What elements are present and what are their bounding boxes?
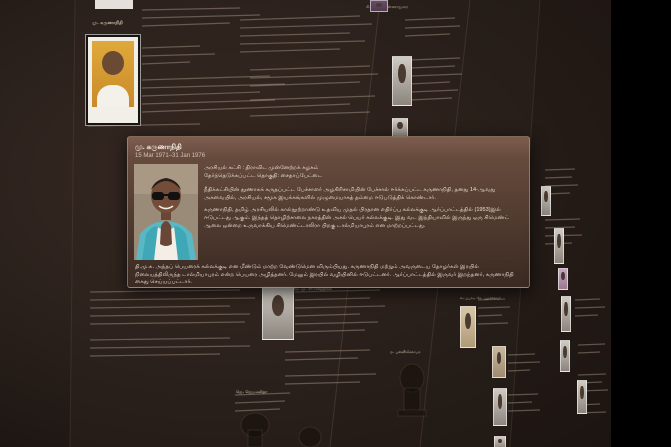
portrait-thumbnail[interactable]: [541, 186, 551, 216]
portrait-thumbnail[interactable]: [392, 118, 408, 138]
bio-paragraph-3: தி.மு.க. அந்தப் பெயரைக் கல்லக்குடி என மீ…: [135, 264, 514, 286]
portrait-thumbnail[interactable]: [494, 436, 506, 447]
meta-block: அரசியல் கட்சி : திராவிட முன்னேற்றக் கழகம…: [204, 165, 522, 180]
portrait-thumbnail[interactable]: [577, 380, 587, 414]
timeline-3d-view[interactable]: மு. கருணாநிதி சி. என். அண்ணாதுரை எம். ஜி…: [0, 0, 671, 447]
constituency-text: தேர்ந்தெடுக்கப்பட்ட தொகுதி: சைதாப்பேட்டை: [204, 172, 323, 179]
portrait-thumbnail[interactable]: [262, 286, 294, 340]
bg-heading-6: ஓ. பன்னீர்செல்வம்: [390, 350, 421, 354]
popup-body: அரசியல் கட்சி : திராவிட முன்னேற்றக் கழகம…: [204, 165, 522, 235]
bg-heading-4: ஜெ. ஜெயலலிதா: [236, 389, 268, 394]
portrait-thumbnail[interactable]: [460, 306, 476, 348]
portrait-thumbnail[interactable]: [493, 388, 507, 426]
portrait-thumbnail[interactable]: [554, 228, 564, 264]
bg-heading-1: மு. கருணாநிதி: [92, 21, 123, 26]
portrait-thumbnail[interactable]: [561, 296, 571, 332]
bio-paragraph-1: நீதிக்கட்சியின் தூணாகக் கருதப்பட்ட பேச்ச…: [204, 187, 496, 201]
portrait-thumbnail[interactable]: [392, 56, 412, 106]
party-text: அரசியல் கட்சி : திராவிட முன்னேற்றக் கழகம…: [204, 165, 319, 171]
portrait-thumbnail[interactable]: [86, 35, 140, 125]
portrait-thumbnail[interactable]: [558, 268, 568, 290]
portrait-thumbnail[interactable]: [492, 346, 506, 378]
leader-detail-popup[interactable]: மு. கருணாநிதி 15 Mar 1971–31 Jan 1976 அர…: [127, 136, 530, 288]
bg-heading-5: எடப்பாடி கே. பழனிசாமி: [460, 296, 501, 300]
right-edge-bar: [611, 0, 671, 447]
leader-name: மு. கருணாநிதி: [135, 144, 182, 151]
portrait-thumbnail[interactable]: [370, 0, 388, 12]
bio-paragraph-2: கருணாநிதி, தமிழ் அரசியலில் கால்நூற்றாண்ட…: [204, 207, 510, 229]
portrait-thumbnail[interactable]: [560, 340, 570, 372]
term-dates: 15 Mar 1971–31 Jan 1976: [135, 153, 206, 159]
leader-portrait: [134, 164, 198, 260]
